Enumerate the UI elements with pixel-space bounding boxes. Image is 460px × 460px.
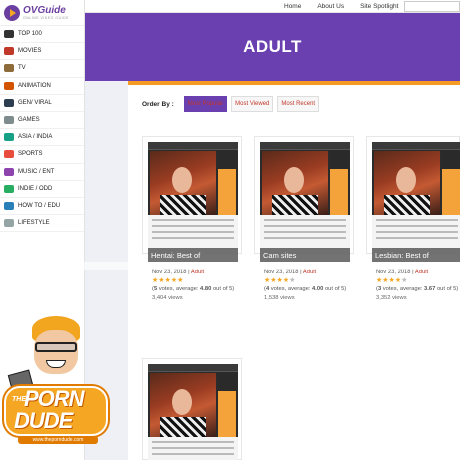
- sidebar-item-top100[interactable]: TOP 100: [0, 26, 84, 44]
- sidebar-item-howto[interactable]: HOW TO / EDU: [0, 198, 84, 216]
- order-label: Order By :: [142, 100, 174, 108]
- sports-icon: [4, 150, 14, 159]
- sidebar-item-tv[interactable]: TV: [0, 60, 84, 78]
- order-most-recent-button[interactable]: Most Recent: [277, 96, 320, 112]
- order-most-viewed-button[interactable]: Most Viewed: [231, 96, 274, 112]
- card-title[interactable]: Cam sites: [260, 248, 350, 262]
- sidebar-item-sports[interactable]: SPORTS: [0, 146, 84, 164]
- nav-home-link[interactable]: Home: [284, 3, 301, 10]
- games-icon: [4, 116, 14, 125]
- lifestyle-icon: [4, 219, 14, 228]
- sidebar-item-animation[interactable]: ANIMATION: [0, 78, 84, 95]
- badge-url: www.theporndude.com: [18, 436, 98, 444]
- glasses-icon: [35, 342, 77, 352]
- card-votes: (5 votes, average: 4.80 out of 5): [152, 286, 235, 292]
- video-card[interactable]: Cam sites: [254, 136, 354, 262]
- video-card[interactable]: Hentai: Best of: [142, 136, 242, 262]
- movies-icon: [4, 47, 14, 56]
- order-bar: Order By : Most Popular Most Viewed Most…: [142, 96, 320, 112]
- sidebar-item-viral[interactable]: GEN/ VIRAL: [0, 95, 84, 112]
- card-views: 3,352 views: [376, 295, 407, 301]
- rating-stars[interactable]: ★★★★★: [152, 276, 264, 285]
- sidebar-item-music[interactable]: MUSIC / ENT: [0, 164, 84, 181]
- top-bar: Home About Us Site Spotlight: [85, 0, 460, 13]
- top100-icon: [4, 30, 14, 39]
- order-most-popular-button[interactable]: Most Popular: [183, 96, 228, 112]
- search-input[interactable]: [404, 1, 460, 12]
- card-meta: Nov 23, 2018 | Adult ★★★★★ (5 votes, ave…: [152, 268, 264, 303]
- card-title[interactable]: Hentai: Best of: [148, 248, 238, 262]
- music-icon: [4, 167, 14, 176]
- play-logo-icon: [4, 4, 20, 21]
- logo-tagline: ONLINE VIDEO GUIDE: [23, 15, 69, 20]
- sidebar-item-games[interactable]: GAMES: [0, 112, 84, 130]
- porndude-badge[interactable]: THE PORN DUDE www.theporndude.com: [4, 316, 114, 456]
- card-thumbnail[interactable]: [148, 364, 238, 460]
- card-meta: Nov 23, 2018 | Adult ★★★★★ (3 votes, ave…: [376, 269, 460, 301]
- rating-stars[interactable]: ★★★★★: [264, 276, 376, 285]
- site-logo[interactable]: OVGuide ONLINE VIDEO GUIDE: [0, 0, 84, 26]
- asia-icon: [4, 133, 14, 142]
- video-card[interactable]: Lesbian: Best of: [366, 136, 460, 262]
- viral-icon: [4, 98, 14, 107]
- animation-icon: [4, 81, 14, 90]
- card-meta: Nov 23, 2018 | Adult ★★★★★ (4 votes, ave…: [264, 268, 376, 303]
- card-votes: (4 votes, average: 4.00 out of 5): [264, 286, 347, 292]
- card-thumbnail[interactable]: [148, 142, 238, 255]
- category-banner: ADULT: [85, 13, 460, 81]
- card-thumbnail[interactable]: [260, 142, 350, 255]
- howto-icon: [4, 201, 14, 210]
- overlay-band: [0, 262, 460, 270]
- logo-name: OVGuide: [23, 4, 66, 16]
- card-views: 3,404 views: [152, 295, 183, 301]
- category-nav: TOP 100 MOVIES TV ANIMATION GEN/ VIRAL G…: [0, 26, 84, 233]
- video-card[interactable]: [142, 358, 242, 460]
- indie-icon: [4, 184, 14, 193]
- sidebar-item-asia[interactable]: ASIA / INDIA: [0, 129, 84, 147]
- badge-dude: DUDE: [14, 408, 73, 433]
- card-thumbnail[interactable]: [372, 142, 460, 255]
- card-votes: (3 votes, average: 3.67 out of 5): [376, 286, 459, 292]
- rating-stars[interactable]: ★★★★★: [376, 276, 460, 285]
- sidebar-item-lifestyle[interactable]: LIFESTYLE: [0, 215, 84, 233]
- sidebar-item-movies[interactable]: MOVIES: [0, 43, 84, 61]
- nav-about-link[interactable]: About Us: [317, 3, 344, 10]
- card-views: 1,538 views: [264, 295, 295, 301]
- top-nav: Home About Us Site Spotlight: [284, 0, 398, 13]
- page-title: ADULT: [243, 37, 302, 56]
- tv-icon: [4, 64, 14, 73]
- card-title[interactable]: Lesbian: Best of: [372, 248, 460, 262]
- nav-spotlight-link[interactable]: Site Spotlight: [360, 3, 398, 10]
- sidebar-item-indie[interactable]: INDIE / ODD: [0, 181, 84, 198]
